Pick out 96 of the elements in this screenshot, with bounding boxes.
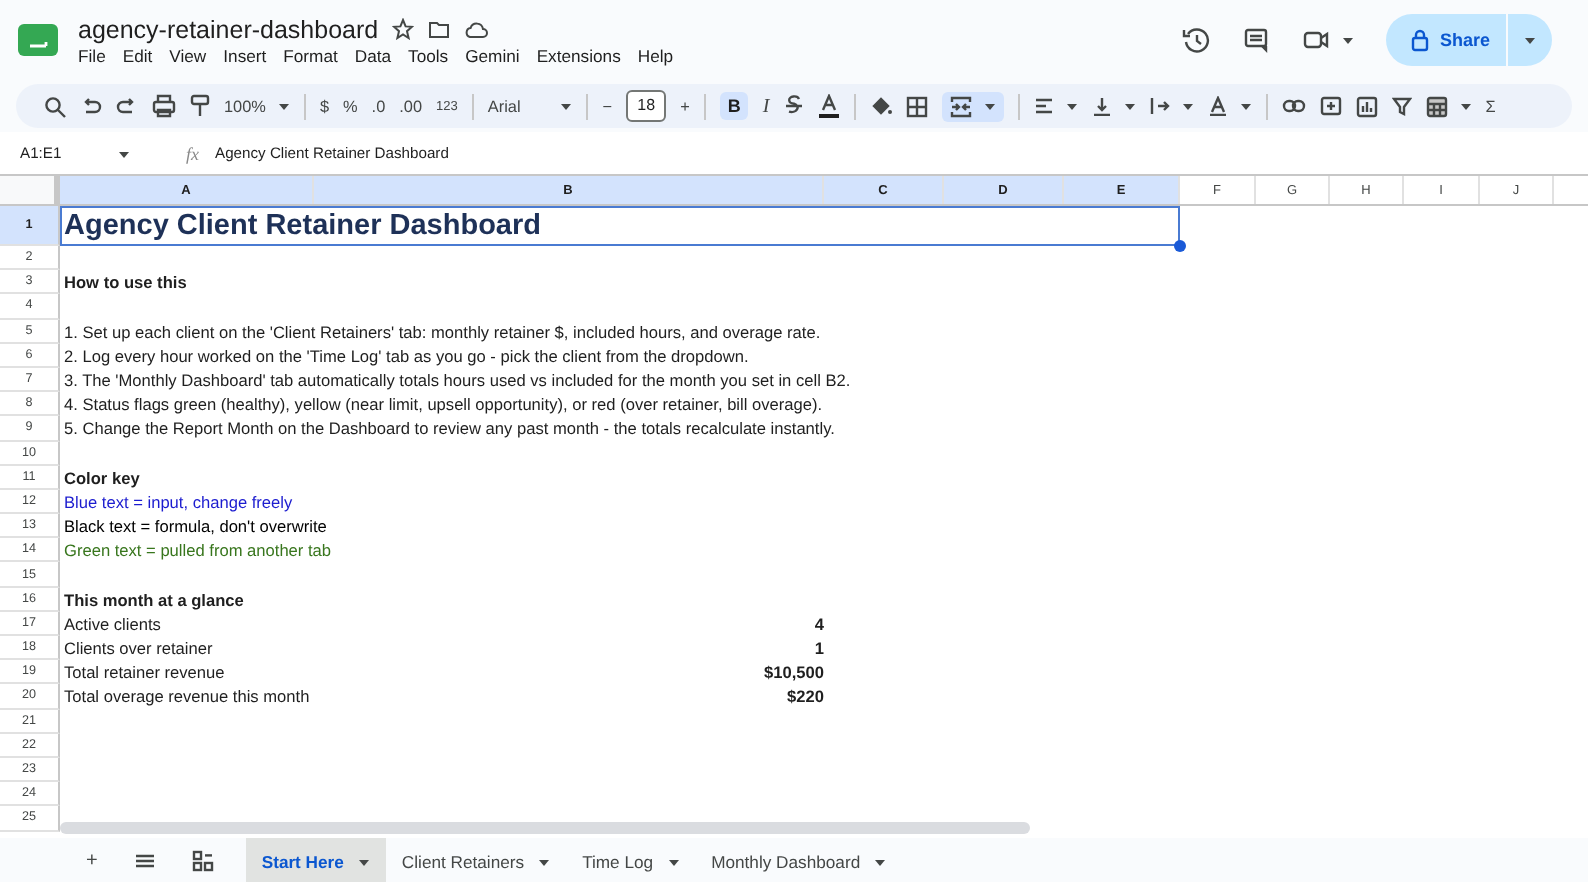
section-heading: Color key [64, 467, 142, 488]
font-select[interactable]: Arial [487, 97, 521, 115]
caret-icon[interactable] [1239, 100, 1252, 112]
caret-icon[interactable] [1524, 34, 1536, 46]
increase-font-size-button[interactable]: + [680, 97, 690, 115]
add-comment-icon[interactable] [1319, 95, 1342, 117]
italic-button[interactable]: I [762, 95, 770, 117]
paint-format-icon[interactable] [190, 94, 210, 118]
section-heading: How to use this [64, 272, 189, 293]
stat-value: 1 [814, 638, 824, 659]
document-title[interactable]: agency-retainer-dashboard [78, 15, 379, 43]
link-icon[interactable] [1281, 94, 1306, 118]
undo-icon[interactable] [80, 95, 102, 117]
menu-item[interactable]: Edit [122, 45, 153, 65]
sheet-tab[interactable]: Client Retainers [385, 838, 567, 882]
zoom-select[interactable]: 100% [224, 97, 266, 115]
decrease-decimal-button[interactable]: .0 [371, 97, 386, 115]
filter-icon[interactable] [1391, 96, 1412, 116]
caret-icon[interactable] [118, 147, 130, 159]
menu-item[interactable]: File [78, 45, 106, 65]
menu-item[interactable]: Insert [223, 45, 267, 65]
search-icon[interactable] [44, 95, 66, 117]
currency-format-button[interactable]: $ [319, 97, 330, 115]
cell-text: Black text = formula, don't overwrite [64, 516, 329, 537]
caret-icon[interactable] [667, 855, 680, 867]
caret-icon[interactable] [357, 855, 370, 867]
stat-value: $220 [787, 686, 824, 707]
menu-item[interactable]: Tools [408, 45, 449, 65]
caret-icon[interactable] [874, 855, 887, 867]
chart-icon[interactable] [1355, 95, 1378, 117]
caret-icon[interactable] [1065, 100, 1078, 112]
cell-text: Blue text = input, change freely [64, 491, 295, 512]
functions-button[interactable]: Σ [1485, 97, 1496, 115]
explore-icon[interactable] [191, 850, 214, 872]
strikethrough-icon[interactable] [783, 94, 804, 118]
section-heading: This month at a glance [64, 589, 246, 610]
merge-icon [949, 95, 972, 117]
history-icon[interactable] [1181, 26, 1210, 54]
cell-text: Green text = pulled from another tab [64, 540, 334, 561]
text-wrap-icon[interactable] [1149, 96, 1170, 116]
stat-label: Total overage revenue this month [64, 686, 312, 707]
caret-icon[interactable] [1341, 34, 1354, 46]
sheet-tab[interactable]: Monthly Dashboard [695, 838, 903, 882]
caret-icon[interactable] [538, 855, 551, 867]
decrease-font-size-button[interactable]: − [602, 97, 613, 115]
fill-color-icon[interactable] [869, 94, 892, 118]
fill-handle[interactable] [1174, 240, 1186, 252]
caret-icon[interactable] [1181, 100, 1194, 112]
cell-text: 3. The 'Monthly Dashboard' tab automatically totals hours used vs included for the month you set in cell B2. [64, 370, 851, 391]
font-size-field[interactable]: 18 [626, 90, 667, 122]
caret-icon[interactable] [983, 100, 996, 112]
lock-icon [1409, 28, 1430, 52]
print-icon[interactable] [152, 94, 176, 118]
stat-value: $10,500 [764, 662, 824, 683]
horizontal-scrollbar[interactable] [60, 822, 1030, 834]
folder-icon[interactable] [428, 18, 451, 40]
stat-label: Active clients [64, 613, 163, 634]
stat-value: 4 [814, 613, 824, 634]
menu-item[interactable]: Format [283, 45, 338, 65]
percent-format-button[interactable]: % [343, 97, 358, 115]
video-icon[interactable] [1301, 26, 1330, 54]
menu-item[interactable]: Extensions [536, 45, 621, 65]
stat-label: Clients over retainer [64, 638, 215, 659]
menu-item[interactable]: Data [354, 45, 392, 65]
borders-icon[interactable] [905, 95, 928, 117]
text-color-icon[interactable] [817, 94, 840, 118]
caret-icon[interactable] [1459, 100, 1472, 112]
merge-cells-button[interactable] [941, 91, 1004, 121]
cell-text: 4. Status flags green (healthy), yellow (near limit, upsell opportunity), or red (over retainer, bill overage). [64, 394, 824, 415]
sheets-logo [16, 20, 60, 60]
formula-label: fx [186, 143, 199, 163]
star-icon[interactable] [392, 18, 415, 40]
all-sheets-icon[interactable] [133, 850, 156, 872]
caret-icon[interactable] [560, 100, 573, 112]
vertical-align-icon[interactable] [1091, 96, 1112, 116]
text-rotation-icon[interactable] [1207, 96, 1228, 116]
menu-item[interactable]: View [169, 45, 207, 65]
cloud-icon[interactable] [464, 18, 489, 40]
redo-icon[interactable] [116, 95, 138, 117]
table-icon[interactable] [1425, 95, 1448, 117]
comment-icon[interactable] [1241, 26, 1270, 54]
align-icon[interactable] [1033, 96, 1054, 116]
cell-text: 1. Set up each client on the 'Client Retainers' tab: monthly retainer $, included hours, and overage rate. [64, 321, 823, 342]
caret-icon[interactable] [277, 100, 290, 112]
sheet-tab[interactable]: Time Log [566, 838, 696, 882]
sheet-title: Agency Client Retainer Dashboard [64, 210, 541, 242]
cell-text: 2. Log every hour worked on the 'Time Log' tab as you go - pick the client from the dropdown. [64, 345, 751, 366]
increase-decimal-button[interactable]: .00 [399, 97, 423, 115]
stat-label: Total retainer revenue [64, 662, 227, 683]
caret-icon[interactable] [1123, 100, 1136, 112]
add-sheet-button[interactable]: + [68, 838, 116, 882]
menu-item[interactable]: Gemini [465, 45, 520, 65]
sheet-tab[interactable]: Start Here [245, 838, 386, 882]
bold-button[interactable]: B [719, 92, 749, 120]
menu-item[interactable]: Help [637, 45, 674, 65]
cell-text: 5. Change the Report Month on the Dashboard to review any past month - the totals recalculate instantly. [64, 418, 835, 439]
